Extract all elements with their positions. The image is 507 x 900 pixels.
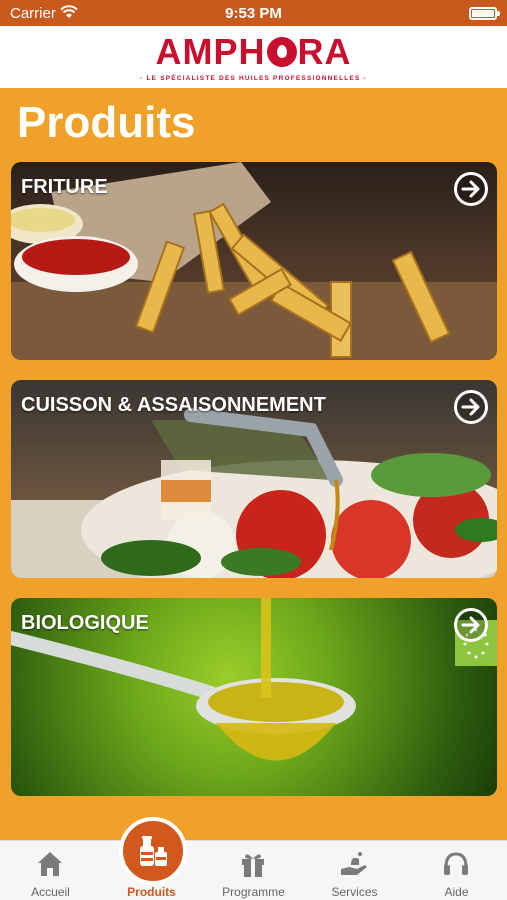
tab-aide[interactable]: Aide bbox=[406, 841, 507, 900]
tab-accueil[interactable]: Accueil bbox=[0, 841, 101, 900]
arrow-right-icon[interactable] bbox=[454, 390, 488, 424]
oil-bottles-icon bbox=[140, 836, 167, 866]
home-icon bbox=[38, 852, 62, 876]
brand-tagline: - LE SPÉCIALISTE DES HUILES PROFESSIONNE… bbox=[140, 75, 367, 82]
oil-drop-icon bbox=[266, 37, 297, 67]
amphora-logo: AMPH RA - LE SPÉCIALISTE DES HUILES PROFE… bbox=[140, 31, 367, 82]
logo-text-left: AMPH bbox=[155, 31, 266, 72]
tab-label: Aide bbox=[444, 885, 469, 899]
tab-label: Produits bbox=[127, 885, 176, 899]
arrow-right-icon[interactable] bbox=[454, 172, 488, 206]
tab-label: Programme bbox=[222, 885, 285, 899]
headset-icon bbox=[444, 852, 468, 875]
status-bar: Carrier 9:53 PM bbox=[0, 0, 507, 26]
category-card-friture[interactable]: FRITURE bbox=[11, 162, 497, 360]
arrow-right-icon[interactable] bbox=[454, 608, 488, 642]
brand-header: AMPH RA - LE SPÉCIALISTE DES HUILES PROFE… bbox=[0, 26, 507, 88]
tab-programme[interactable]: Programme bbox=[203, 841, 304, 900]
card-label: CUISSON & ASSAISONNEMENT bbox=[21, 394, 326, 416]
card-label: FRITURE bbox=[21, 176, 108, 198]
battery-icon bbox=[469, 7, 500, 20]
tab-bar: Accueil Produits Programme Services Aide bbox=[0, 840, 507, 900]
category-card-cuisson[interactable]: CUISSON & ASSAISONNEMENT bbox=[11, 380, 497, 578]
produits-fab-button[interactable] bbox=[119, 817, 187, 885]
page-title: Produits bbox=[17, 98, 196, 147]
gift-icon bbox=[242, 854, 264, 877]
tab-services[interactable]: Services bbox=[304, 841, 405, 900]
tab-label: Services bbox=[331, 885, 378, 899]
tab-label: Accueil bbox=[31, 885, 70, 899]
logo-text-right: RA bbox=[297, 31, 352, 72]
hand-service-icon bbox=[341, 852, 367, 875]
clock: 9:53 PM bbox=[225, 5, 282, 22]
category-card-biologique[interactable]: BIOLOGIQUE bbox=[11, 598, 497, 796]
card-label: BIOLOGIQUE bbox=[21, 612, 149, 634]
